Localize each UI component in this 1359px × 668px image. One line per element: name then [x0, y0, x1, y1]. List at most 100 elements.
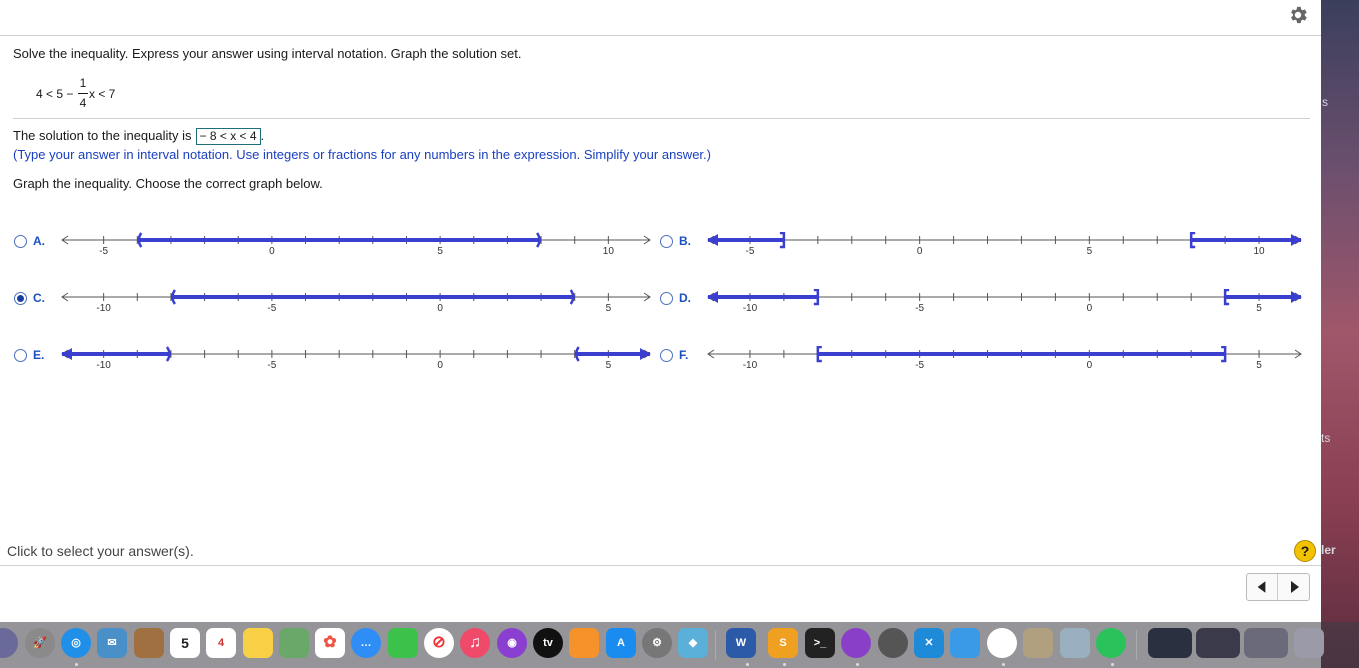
music-note-icon[interactable]: ♫ [460, 628, 490, 658]
contacts-book-icon[interactable] [134, 628, 164, 658]
dock-running-indicator [75, 663, 78, 666]
books-icon[interactable] [569, 628, 599, 658]
equation-fraction: 1 4 [78, 76, 88, 110]
tick-label: -5 [99, 246, 108, 257]
whatsapp-phone-icon[interactable] [1096, 628, 1126, 658]
answer-input[interactable]: − 8 < x < 4 [195, 128, 261, 145]
launchpad-rocket-icon[interactable]: 🚀 [25, 628, 55, 658]
dock-running-indicator [746, 663, 749, 666]
tick-label: 0 [269, 246, 275, 257]
option-d-radio[interactable] [660, 292, 673, 305]
tick-label: -5 [915, 303, 924, 314]
podcasts-icon[interactable]: ◉ [497, 628, 527, 658]
status-text: Click to select your answer(s). [7, 543, 194, 559]
question-navigation [1246, 573, 1310, 601]
dock-running-indicator [1002, 663, 1005, 666]
word-icon[interactable]: W [726, 628, 756, 658]
tick-label: 5 [1087, 246, 1093, 257]
option-b-label: B. [679, 234, 691, 248]
sublime-text-icon[interactable]: S [768, 628, 798, 658]
solution-line: The solution to the inequality is − 8 < x… [13, 128, 264, 145]
safari-compass-icon[interactable]: ◎ [61, 628, 91, 658]
footer-divider [0, 565, 1321, 566]
desktop-label: s [1322, 95, 1328, 109]
dock-separator [715, 630, 716, 660]
option-e-radio[interactable] [14, 349, 27, 362]
option-f-label: F. [679, 348, 689, 362]
option-e-number-line: -10 -5 0 5 [61, 346, 651, 371]
solution-left-arrow [708, 291, 718, 303]
maps-icon[interactable] [279, 628, 309, 658]
option-b-number-line: -5 0 5 10 [707, 232, 1302, 257]
tick-label: 10 [1253, 246, 1265, 257]
xcode-hammer-icon[interactable] [950, 628, 980, 658]
tick-label: 5 [1256, 360, 1262, 371]
option-c-radio[interactable] [14, 292, 27, 305]
facetime-camera-icon[interactable] [388, 628, 418, 658]
option-a-radio[interactable] [14, 235, 27, 248]
tick-label: 0 [917, 246, 923, 257]
news-icon[interactable]: ⊘ [424, 628, 454, 658]
messages-bubble-icon[interactable]: … [351, 628, 381, 658]
tick-label: -5 [745, 246, 754, 257]
fraction-denominator: 4 [79, 96, 87, 110]
option-c-label: C. [33, 291, 45, 305]
terminal-icon[interactable]: >_ [805, 628, 835, 658]
previous-arrow-icon[interactable] [1247, 574, 1278, 600]
calendar-icon[interactable]: 5 [170, 628, 200, 658]
keychain-keys-icon[interactable] [1023, 628, 1053, 658]
cube-app-icon[interactable]: ◆ [678, 628, 708, 658]
option-a-label: A. [33, 234, 45, 248]
trash-can-icon[interactable] [1294, 628, 1324, 658]
graph-prompt: Graph the inequality. Choose the correct… [13, 176, 323, 191]
notes-icon[interactable] [243, 628, 273, 658]
option-f-radio[interactable] [660, 349, 673, 362]
tick-label: 0 [437, 360, 443, 371]
settings-gear-icon[interactable] [1287, 4, 1309, 26]
word-label: W [735, 637, 747, 649]
fraction-numerator: 1 [79, 76, 87, 90]
option-c-number-line: -10 -5 0 5 [61, 289, 651, 314]
documents-stack-icon[interactable] [1244, 628, 1288, 658]
app-store-icon[interactable]: A [606, 628, 636, 658]
tick-label: -10 [743, 360, 758, 371]
solution-left-arrow [708, 234, 718, 246]
next-arrow-icon[interactable] [1279, 574, 1310, 600]
solution-left-arrow [62, 348, 72, 360]
tick-label: 0 [1087, 303, 1093, 314]
siri-icon[interactable] [0, 628, 18, 658]
tick-label: 5 [1256, 303, 1262, 314]
macos-dock: 🚀 ◎ ✉ 5 4 ✿ … ⊘ ♫ ◉ tv A ⚙ ◆ W S >_ ✕ [0, 622, 1359, 668]
tick-label: -5 [267, 303, 276, 314]
tv-label: tv [543, 637, 553, 649]
chrome-icon[interactable] [987, 628, 1017, 658]
tick-label: 5 [606, 360, 612, 371]
mail-stamp-icon[interactable]: ✉ [97, 628, 127, 658]
tick-label: 10 [603, 246, 615, 257]
system-preferences-gear-icon[interactable]: ⚙ [642, 628, 672, 658]
tick-label: -10 [96, 303, 111, 314]
downloads-stack-icon[interactable] [1196, 628, 1240, 658]
folder-stack-icon[interactable] [1148, 628, 1192, 658]
tick-label: 0 [1087, 360, 1093, 371]
help-button[interactable]: ? [1294, 540, 1316, 562]
option-b-radio[interactable] [660, 235, 673, 248]
reminders-list-icon[interactable]: 4 [206, 628, 236, 658]
tick-label: -5 [915, 360, 924, 371]
desktop-background: s ts ler [1321, 0, 1359, 668]
rocket-app-icon[interactable] [878, 628, 908, 658]
photos-flower-icon[interactable]: ✿ [315, 628, 345, 658]
tick-label: -10 [743, 303, 758, 314]
option-e-label: E. [33, 348, 45, 362]
desktop-label: ler [1321, 543, 1336, 557]
question-prompt: Solve the inequality. Express your answe… [13, 46, 522, 61]
preview-icon[interactable] [1060, 628, 1090, 658]
apple-tv-icon[interactable]: tv [533, 628, 563, 658]
solution-right-arrow [640, 348, 650, 360]
equation-left: 4 < 5 − [36, 87, 74, 101]
tick-label: -10 [96, 360, 111, 371]
calendar-day: 5 [181, 635, 189, 651]
github-desktop-icon[interactable] [841, 628, 871, 658]
vscode-icon[interactable]: ✕ [914, 628, 944, 658]
header-divider [0, 35, 1321, 36]
